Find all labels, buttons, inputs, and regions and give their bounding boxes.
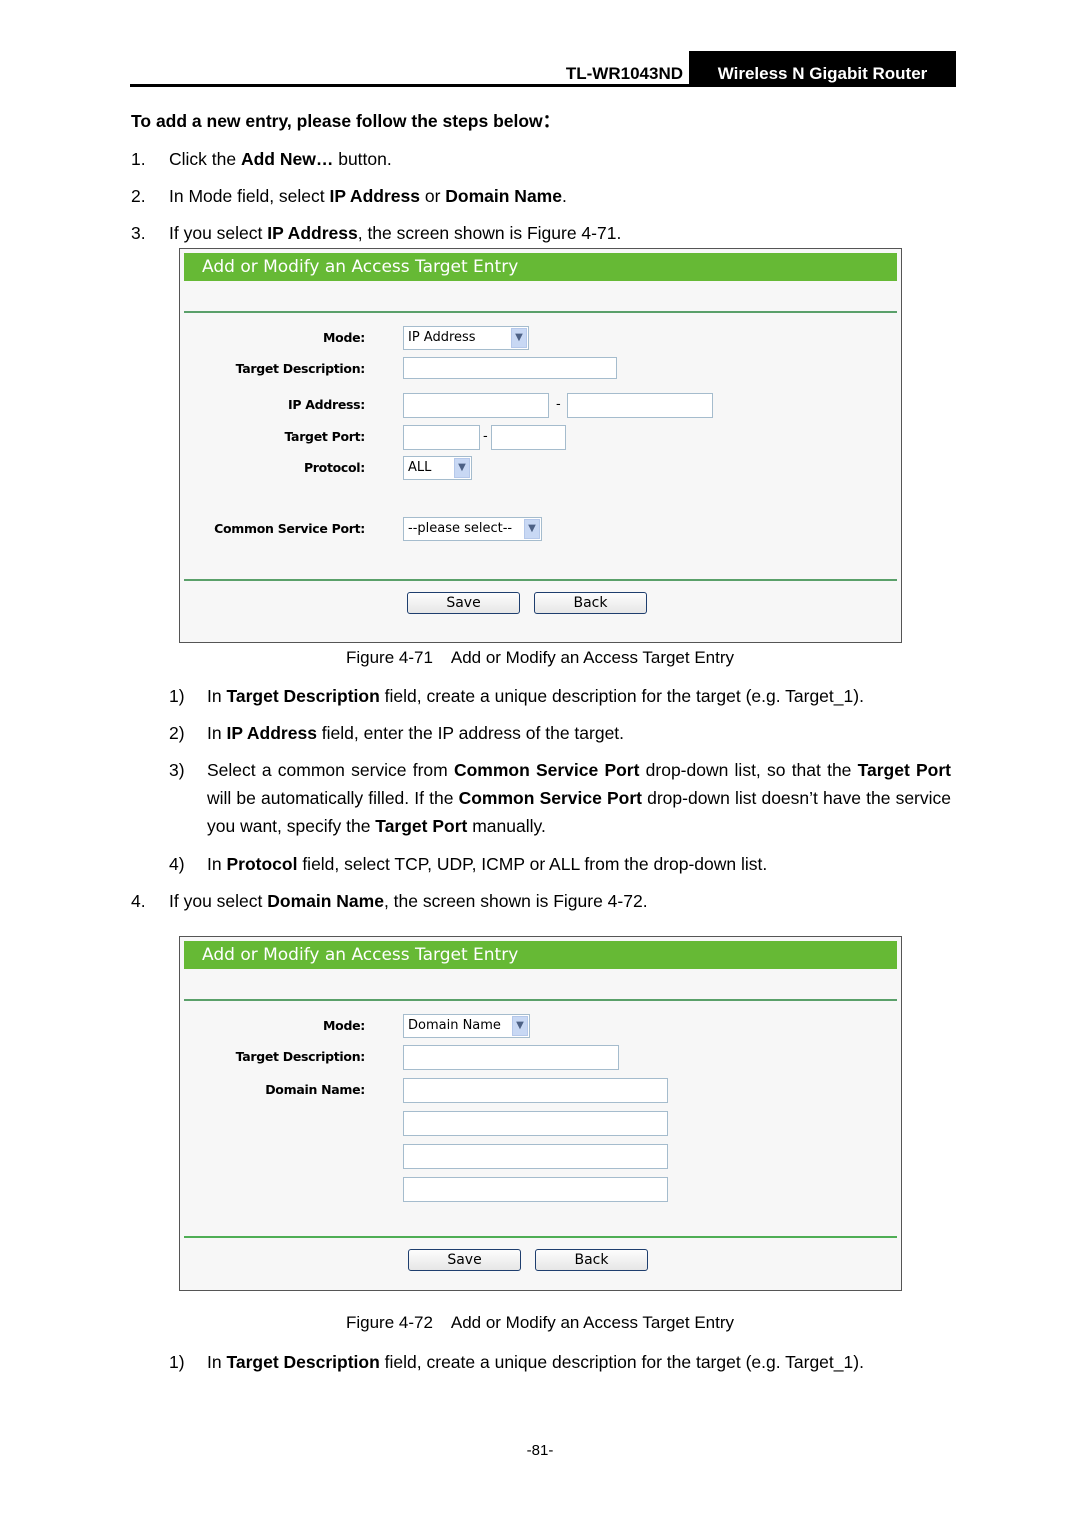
target-description-label: Target Description:: [235, 361, 366, 376]
step-text: In Mode field, select IP Address or Doma…: [169, 186, 567, 206]
ip-address-end-input[interactable]: [567, 393, 713, 418]
chevron-down-icon: ▼: [454, 458, 470, 478]
port-range-separator: -: [483, 429, 488, 444]
figure-4-72-panel: Add or Modify an Access Target Entry Mod…: [179, 936, 902, 1291]
target-port-label: Target Port:: [284, 429, 365, 444]
ip-range-separator: -: [556, 397, 561, 412]
mode-select[interactable]: IP Address ▼: [403, 326, 529, 350]
domain-name-input-4[interactable]: [403, 1177, 668, 1202]
save-button[interactable]: Save: [408, 1249, 521, 1271]
substep-text: In Protocol field, select TCP, UDP, ICMP…: [207, 854, 768, 874]
product-name: Wireless N Gigabit Router: [689, 51, 956, 87]
back-button[interactable]: Back: [535, 1249, 648, 1271]
substep-text: Select a common service from Common Serv…: [207, 760, 952, 836]
protocol-label: Protocol:: [303, 460, 365, 475]
figure-4-71-caption: Figure 4-71 Add or Modify an Access Targ…: [345, 648, 735, 667]
back-button[interactable]: Back: [534, 592, 647, 614]
target-port-start-input[interactable]: [403, 425, 480, 450]
mode-select-value: Domain Name: [408, 1018, 501, 1033]
model-name: TL-WR1043ND: [565, 64, 683, 83]
domain-name-input-2[interactable]: [403, 1111, 668, 1136]
substep-number: 2): [169, 723, 185, 743]
step-text: If you select Domain Name, the screen sh…: [169, 891, 648, 911]
substep-number: 4): [169, 854, 185, 874]
target-description-input[interactable]: [403, 1045, 619, 1070]
mode-label: Mode:: [323, 330, 365, 345]
panel-title: Add or Modify an Access Target Entry: [184, 253, 897, 281]
common-service-port-select[interactable]: --please select-- ▼: [403, 517, 542, 541]
panel-separator-bottom: [184, 1236, 897, 1238]
domain-name-input-1[interactable]: [403, 1078, 668, 1103]
step-number: 2.: [131, 186, 146, 206]
ip-address-start-input[interactable]: [403, 393, 549, 418]
protocol-select-value: ALL: [408, 460, 432, 475]
intro-heading: To add a new entry, please follow the st…: [131, 111, 561, 131]
panel-separator-top: [184, 999, 897, 1001]
substep-number: 3): [169, 760, 185, 780]
step-number: 1.: [131, 149, 146, 169]
figure-4-71-panel: Add or Modify an Access Target Entry Mod…: [179, 248, 902, 643]
domain-name-label: Domain Name:: [265, 1082, 365, 1097]
protocol-select[interactable]: ALL ▼: [403, 456, 472, 480]
target-description-input[interactable]: [403, 357, 617, 379]
page-number: -81-: [526, 1442, 554, 1459]
target-description-label: Target Description:: [235, 1049, 366, 1064]
target-port-end-input[interactable]: [491, 425, 566, 450]
substep-text: In Target Description field, create a un…: [207, 686, 864, 706]
substep-text: In Target Description field, create a un…: [207, 1352, 864, 1372]
mode-select[interactable]: Domain Name ▼: [403, 1014, 530, 1038]
chevron-down-icon: ▼: [512, 1016, 528, 1036]
substep-number: 1): [169, 686, 185, 706]
substep-text: In IP Address field, enter the IP addres…: [207, 723, 625, 743]
mode-label: Mode:: [323, 1018, 365, 1033]
common-service-select-value: --please select--: [408, 521, 513, 536]
panel-separator-top: [184, 311, 897, 313]
step-number: 4.: [131, 891, 146, 911]
ip-address-label: IP Address:: [288, 397, 365, 412]
header-rule: [130, 84, 956, 87]
substep-number: 1): [169, 1352, 185, 1372]
mode-select-value: IP Address: [408, 330, 476, 345]
chevron-down-icon: ▼: [524, 519, 540, 539]
save-button[interactable]: Save: [407, 592, 520, 614]
figure-4-72-caption: Figure 4-72 Add or Modify an Access Targ…: [345, 1313, 735, 1332]
domain-name-input-3[interactable]: [403, 1144, 668, 1169]
step-text: Click the Add New… button.: [169, 149, 392, 169]
chevron-down-icon: ▼: [511, 328, 527, 348]
panel-title: Add or Modify an Access Target Entry: [184, 941, 897, 969]
common-service-port-label: Common Service Port:: [214, 521, 365, 536]
step-text: If you select IP Address, the screen sho…: [169, 223, 622, 243]
panel-separator-bottom: [184, 579, 897, 581]
step-number: 3.: [131, 223, 146, 243]
